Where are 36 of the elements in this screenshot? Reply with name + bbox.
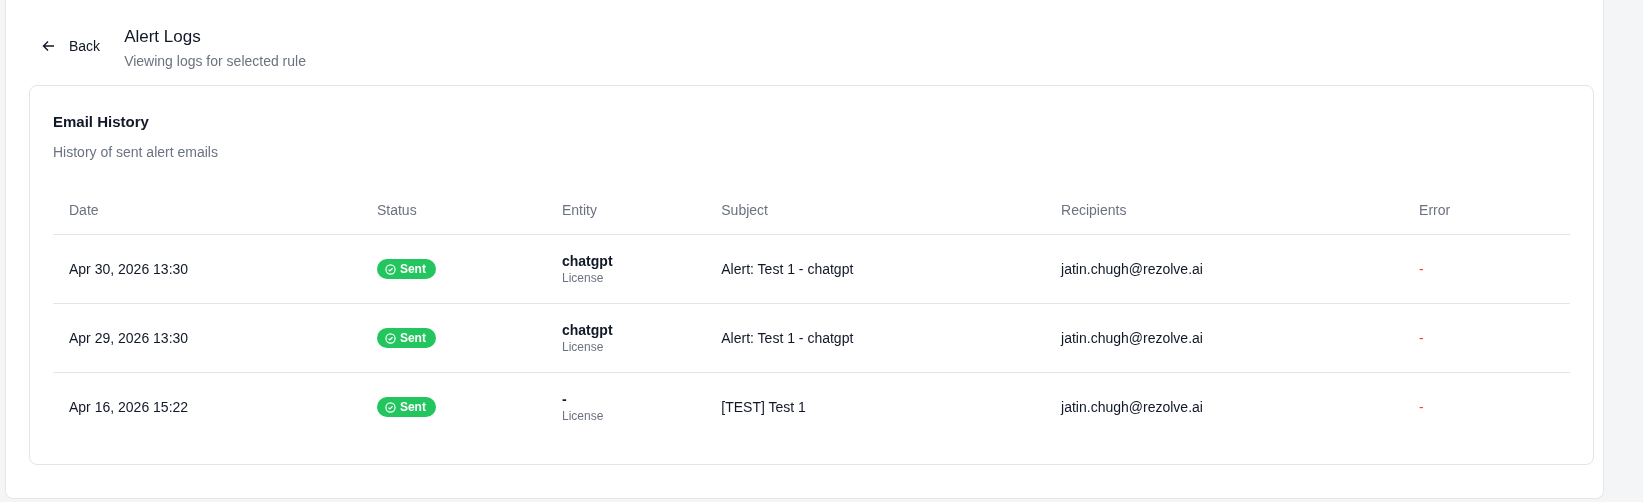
subject-cell: Alert: Test 1 - chatgpt <box>721 261 854 277</box>
recipient-cell: jatin.chugh@rezolve.ai <box>1061 399 1203 415</box>
date-cell: Apr 29, 2026 13:30 <box>69 330 189 346</box>
status-badge: Sent <box>376 259 436 279</box>
back-button[interactable]: Back <box>42 26 101 54</box>
page-title: Alert Logs <box>124 27 202 47</box>
card-title: Email History <box>53 113 149 130</box>
entity-type: License <box>562 409 605 423</box>
column-header: Subject <box>721 202 768 218</box>
status-badge: Sent <box>376 397 436 417</box>
entity-name: chatgpt <box>562 253 614 269</box>
check-circle-icon <box>384 263 396 275</box>
arrow-left-icon <box>42 40 55 52</box>
check-circle-icon <box>384 401 396 413</box>
entity-name: - <box>562 391 568 407</box>
error-cell: - <box>1419 261 1424 277</box>
date-cell: Apr 16, 2026 15:22 <box>69 399 189 415</box>
column-header: Date <box>69 202 99 218</box>
check-circle-icon <box>384 332 396 344</box>
column-header: Recipients <box>1061 202 1127 218</box>
status-badge: Sent <box>376 328 436 348</box>
column-header: Entity <box>562 202 597 218</box>
recipient-cell: jatin.chugh@rezolve.ai <box>1061 261 1203 277</box>
recipient-cell: jatin.chugh@rezolve.ai <box>1061 330 1203 346</box>
entity-name: chatgpt <box>562 322 614 338</box>
column-header: Error <box>1419 202 1451 218</box>
column-header: Status <box>376 202 417 218</box>
entity-type: License <box>562 271 605 285</box>
entity-type: License <box>562 340 605 354</box>
page-subtitle: Viewing logs for selected rule <box>124 53 306 69</box>
subject-cell: Alert: Test 1 - chatgpt <box>721 330 854 346</box>
card-subtitle: History of sent alert emails <box>53 144 218 160</box>
subject-cell: [TEST] Test 1 <box>721 399 806 415</box>
error-cell: - <box>1419 330 1424 346</box>
error-cell: - <box>1419 399 1424 415</box>
date-cell: Apr 30, 2026 13:30 <box>69 261 189 277</box>
